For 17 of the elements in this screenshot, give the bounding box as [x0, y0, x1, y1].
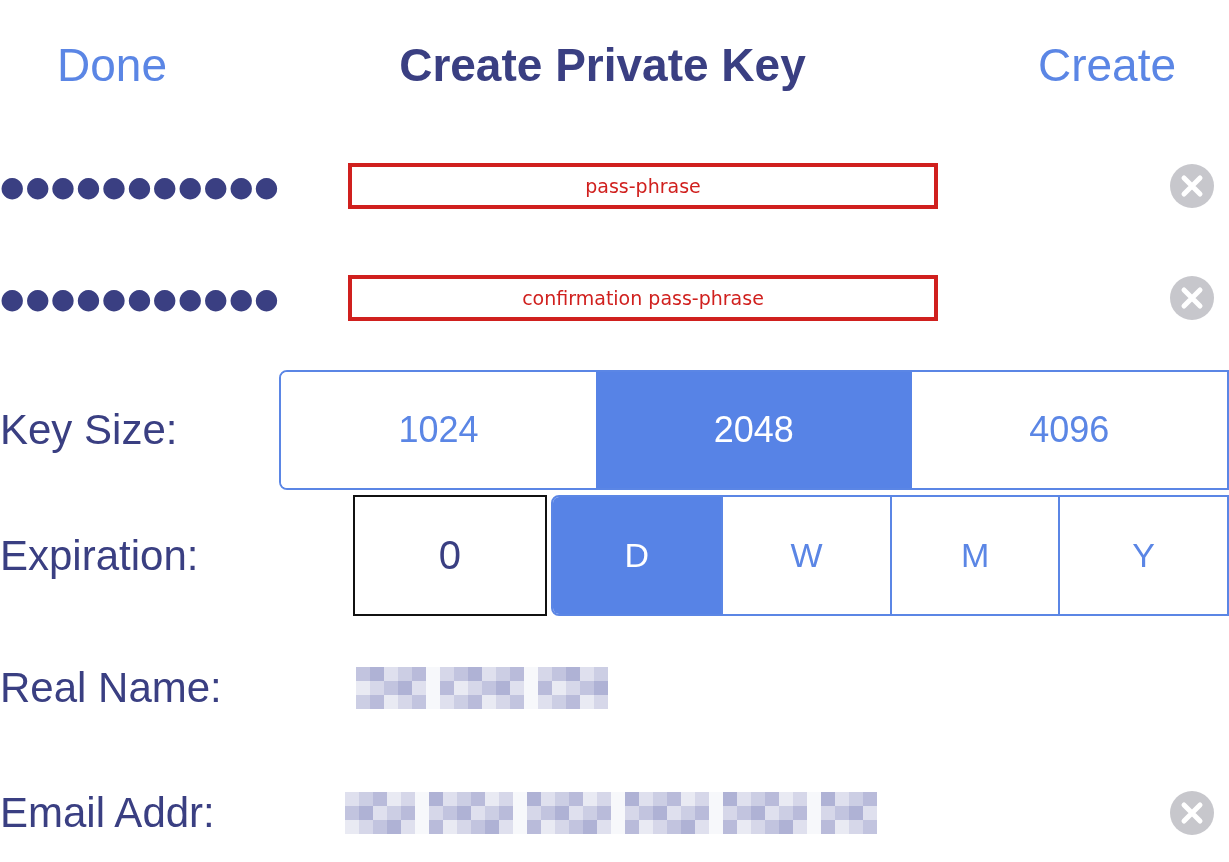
expiration-input-field[interactable]: 0: [353, 495, 547, 616]
clear-icon[interactable]: [1170, 791, 1214, 835]
passphrase-field[interactable]: ●●●●●●●●●●●: [0, 169, 348, 203]
annotation-label: confirmation pass-phrase: [348, 275, 938, 321]
clear-icon[interactable]: [1170, 276, 1214, 320]
done-button[interactable]: Done: [57, 38, 167, 92]
expiration-label: Expiration:: [0, 530, 200, 581]
real-name-label: Real Name:: [0, 664, 223, 712]
expiration-unit-segment[interactable]: D: [552, 497, 722, 614]
key-size-label: Key Size:: [0, 405, 179, 455]
passphrase-field[interactable]: ●●●●●●●●●●●: [0, 281, 348, 315]
screen-title: Create Private Key: [399, 38, 806, 92]
key-size-segment[interactable]: 2048: [596, 372, 912, 488]
clear-icon[interactable]: [1170, 164, 1214, 208]
annotation-label: pass-phrase: [348, 163, 938, 209]
create-button[interactable]: Create: [1037, 38, 1176, 92]
email-label: Email Addr:: [0, 789, 216, 837]
